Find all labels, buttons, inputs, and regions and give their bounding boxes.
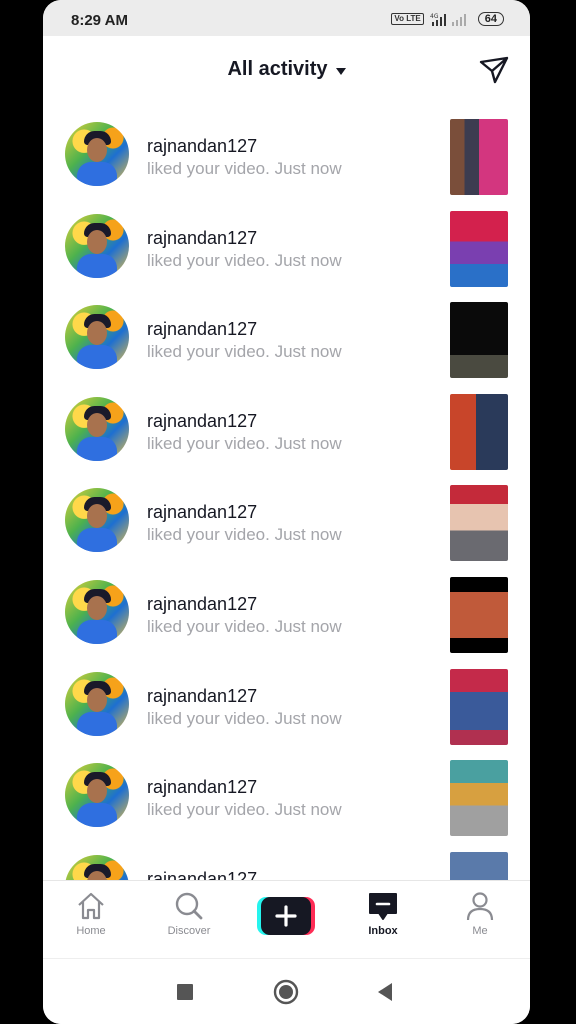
profile-icon — [466, 892, 494, 921]
video-thumbnail[interactable] — [450, 210, 508, 287]
activity-username[interactable]: rajnandan127 — [147, 228, 257, 249]
activity-message: liked your video. Just now — [147, 800, 342, 820]
activity-message: liked your video. Just now — [147, 525, 342, 545]
video-thumbnail[interactable] — [450, 851, 508, 880]
avatar[interactable] — [65, 396, 129, 461]
activity-username[interactable]: rajnandan127 — [147, 594, 257, 615]
battery-indicator: 64 — [477, 12, 504, 26]
activity-row[interactable]: rajnandan127 liked your video. Just now — [43, 756, 530, 848]
avatar[interactable] — [65, 671, 129, 736]
video-thumbnail[interactable] — [450, 485, 508, 562]
video-thumbnail[interactable] — [450, 577, 508, 653]
android-nav-bar — [43, 958, 530, 1024]
nav-discover[interactable]: Discover — [149, 891, 229, 937]
activity-row[interactable]: rajnandan127 liked your video. Just now — [43, 665, 530, 757]
inbox-icon — [369, 893, 397, 920]
activity-message: liked your video. Just now — [147, 159, 342, 178]
network-type-label: 4G — [430, 13, 439, 20]
avatar[interactable] — [65, 854, 129, 880]
volte-icon: Vo LTE — [391, 13, 424, 25]
activity-row[interactable]: rajnandan127 liked your video. Just now — [43, 390, 530, 482]
activity-message: liked your video. Just now — [147, 617, 342, 636]
recents-square-icon[interactable] — [176, 983, 194, 1001]
phone-screen: 8:29 AM Vo LTE 4G 64 All activity rajnan… — [43, 0, 530, 1024]
caret-down-icon — [335, 67, 346, 75]
activity-row[interactable]: rajnandan127 liked your video. Just now — [43, 207, 530, 299]
avatar[interactable] — [65, 122, 129, 186]
nav-inbox[interactable]: Inbox — [343, 891, 423, 937]
activity-username[interactable]: rajnandan127 — [147, 869, 257, 880]
nav-home-label: Home — [76, 925, 106, 937]
activity-username[interactable]: rajnandan127 — [147, 319, 257, 340]
video-thumbnail[interactable] — [450, 668, 508, 745]
activity-username[interactable]: rajnandan127 — [147, 777, 257, 798]
send-filter-icon[interactable] — [478, 54, 510, 86]
avatar[interactable] — [65, 213, 129, 278]
activity-row[interactable]: rajnandan127 liked your video. Just now — [43, 298, 530, 390]
page-title: All activity — [227, 58, 328, 80]
activity-message: liked your video. Just now — [147, 250, 342, 270]
activity-username[interactable]: rajnandan127 — [147, 502, 257, 523]
activity-message: liked your video. Just now — [147, 433, 342, 453]
nav-discover-label: Discover — [167, 925, 211, 937]
video-thumbnail[interactable] — [450, 119, 508, 195]
status-time: 8:29 AM — [71, 12, 128, 29]
home-circle-icon[interactable] — [273, 979, 299, 1005]
top-bar: All activity — [43, 36, 530, 106]
video-thumbnail[interactable] — [450, 393, 508, 470]
activity-row[interactable]: rajnandan127 liked your video. Just now — [43, 115, 530, 207]
nav-me[interactable]: Me — [440, 891, 520, 937]
activity-row[interactable]: rajnandan127 — [43, 848, 530, 880]
nav-me-label: Me — [472, 925, 488, 937]
activity-message: liked your video. Just now — [147, 708, 342, 728]
activity-username[interactable]: rajnandan127 — [147, 136, 257, 157]
avatar[interactable] — [65, 305, 129, 370]
activity-username[interactable]: rajnandan127 — [147, 411, 257, 432]
back-triangle-icon[interactable] — [376, 982, 394, 1002]
avatar[interactable] — [65, 580, 129, 644]
status-icons: Vo LTE 4G 64 — [391, 11, 504, 27]
activity-filter-dropdown[interactable]: All activity — [43, 58, 530, 81]
activity-row[interactable]: rajnandan127 liked your video. Just now — [43, 481, 530, 573]
bottom-nav: Home Discover Inbox Me — [43, 880, 530, 959]
status-bar: 8:29 AM Vo LTE 4G 64 — [43, 0, 530, 36]
activity-list[interactable]: rajnandan127 liked your video. Just now ra… — [43, 115, 530, 880]
activity-message: liked your video. Just now — [147, 342, 342, 362]
search-icon — [175, 892, 203, 920]
video-thumbnail[interactable] — [450, 302, 508, 379]
activity-row[interactable]: rajnandan127 liked your video. Just now — [43, 573, 530, 665]
nav-inbox-label: Inbox — [368, 925, 398, 937]
video-thumbnail[interactable] — [450, 760, 508, 837]
avatar[interactable] — [65, 763, 129, 828]
home-icon — [78, 892, 104, 920]
signal-icon: 4G — [430, 13, 466, 26]
create-video-button[interactable] — [257, 897, 315, 935]
activity-username[interactable]: rajnandan127 — [147, 686, 257, 707]
avatar[interactable] — [65, 488, 129, 553]
nav-home[interactable]: Home — [51, 891, 131, 937]
